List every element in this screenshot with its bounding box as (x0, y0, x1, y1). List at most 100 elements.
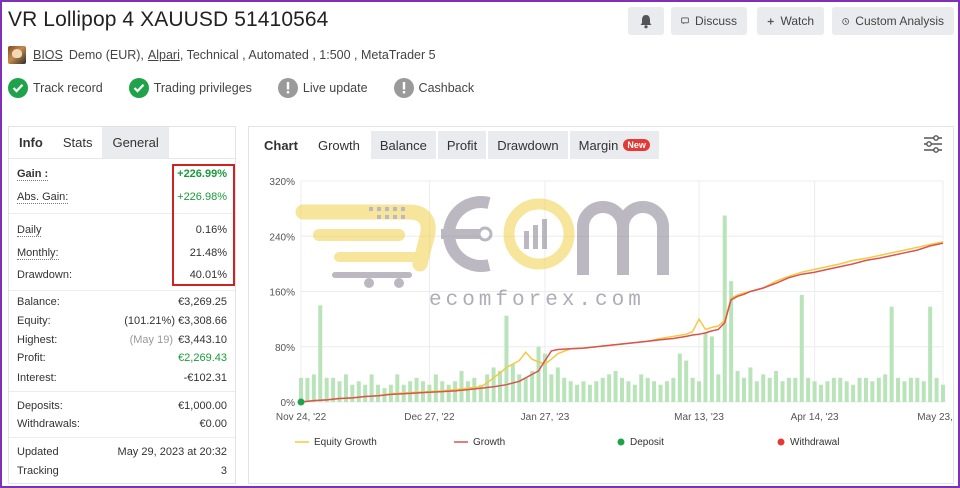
stat-equity: Equity: (101.21%) €3,308.66 (17, 312, 227, 330)
activity-bar (568, 381, 573, 402)
activity-bar (908, 377, 913, 402)
activity-bar (921, 381, 926, 402)
stat-value: May 29, 2023 at 20:32 (117, 446, 227, 458)
tab-margin[interactable]: Margin New (569, 131, 659, 159)
activity-bar (562, 377, 567, 402)
activity-bar (472, 377, 477, 402)
stat-value: -€102.31 (183, 372, 227, 384)
chart-settings-button[interactable] (923, 135, 943, 158)
activity-bar (600, 377, 605, 402)
tab-stats[interactable]: Stats (53, 127, 103, 158)
discuss-button[interactable]: Discuss (671, 7, 747, 35)
tab-chart[interactable]: Chart (255, 131, 307, 159)
activity-bar (376, 384, 381, 402)
activity-bar (735, 370, 740, 402)
stat-label: Abs. Gain: (17, 190, 69, 204)
notification-bell-button[interactable] (628, 7, 664, 35)
activity-bar (838, 377, 843, 402)
stat-prefix: (101.21%) (124, 315, 175, 327)
stat-value: 40.01% (189, 269, 227, 281)
activity-bar (395, 374, 400, 402)
legend-withdrawal-swatch (777, 438, 785, 446)
tab-growth[interactable]: Growth (309, 131, 369, 159)
activity-bar (587, 384, 592, 402)
activity-bar (433, 374, 438, 402)
activity-bar (774, 370, 779, 402)
page-title: VR Lollipop 4 XAUUSD 51410564 (8, 8, 329, 31)
stat-value: 3 (220, 465, 227, 477)
y-tick-label: 320% (269, 177, 295, 188)
custom-analysis-label: Custom Analysis (855, 14, 944, 28)
stat-daily: Daily 0.16% (17, 221, 227, 239)
activity-bar (722, 215, 727, 402)
stat-prefix: (May 19) (129, 334, 173, 346)
stat-updated: Updated May 29, 2023 at 20:32 (17, 443, 227, 461)
x-tick-label: Apr 14, '23 (791, 412, 839, 423)
divider (9, 391, 235, 392)
x-tick-label: Jan 27, '23 (521, 412, 570, 423)
broker-link[interactable]: Alpari (148, 48, 180, 62)
chart-panel: Chart Growth Balance Profit Drawdown Mar… (248, 126, 954, 484)
stat-drawdown: Drawdown: 40.01% (17, 266, 227, 284)
activity-bar (697, 381, 702, 402)
stat-label: Monthly: (17, 246, 59, 260)
author-link[interactable]: BIOS (33, 48, 63, 62)
badge-label: Trading privileges (153, 81, 252, 95)
activity-bar (671, 377, 676, 402)
stat-gain: Gain : +226.99% (17, 165, 227, 183)
stat-value: €3,308.66 (178, 315, 227, 327)
activity-bar (318, 305, 323, 402)
stat-label: Updated (17, 446, 59, 458)
activity-bar (767, 377, 772, 402)
activity-bar (652, 381, 657, 402)
stat-monthly: Monthly: 21.48% (17, 244, 227, 262)
activity-bar (793, 377, 798, 402)
activity-bar (620, 377, 624, 402)
stat-value: €2,269.43 (178, 352, 227, 364)
custom-analysis-button[interactable]: Custom Analysis (832, 7, 954, 35)
divider (9, 213, 235, 214)
x-tick-label: Mar 13, '23 (674, 412, 724, 423)
activity-bar (863, 377, 868, 402)
verification-badges: Track record Trading privileges Live upd… (8, 78, 500, 98)
activity-bar (363, 384, 368, 402)
activity-bar (915, 377, 920, 402)
check-icon (128, 78, 149, 98)
activity-bar (645, 377, 650, 402)
activity-bar (819, 384, 824, 402)
activity-bar (876, 377, 881, 402)
activity-bar (465, 381, 470, 402)
activity-bar (716, 374, 721, 402)
activity-bar (690, 377, 695, 402)
tab-profit[interactable]: Profit (437, 131, 487, 159)
tab-general[interactable]: General (102, 127, 169, 158)
tab-info[interactable]: Info (9, 127, 53, 158)
info-tabs: Info Stats General (9, 127, 235, 159)
activity-bar (369, 374, 374, 402)
watch-button[interactable]: Watch (757, 7, 824, 35)
activity-bar (350, 384, 355, 402)
watch-label: Watch (780, 14, 814, 28)
activity-bar (825, 381, 830, 402)
activity-bar (677, 353, 682, 402)
badge-label: Cashback (418, 81, 475, 95)
activity-bar (491, 367, 496, 402)
activity-bar (517, 374, 522, 402)
tab-margin-label: Margin (578, 137, 619, 153)
activity-bar (632, 384, 637, 402)
exclamation-icon (393, 78, 414, 98)
tab-balance[interactable]: Balance (370, 131, 436, 159)
activity-bar (356, 381, 361, 402)
activity-bar (305, 377, 310, 402)
stat-profit: Profit: €2,269.43 (17, 349, 227, 367)
stat-value: €3,443.10 (178, 334, 227, 346)
activity-bar (684, 360, 689, 402)
tab-drawdown[interactable]: Drawdown (488, 131, 568, 159)
stat-highest: Highest: (May 19) €3,443.10 (17, 331, 227, 349)
activity-bar (536, 346, 541, 402)
watermark: ecomforex.com (295, 196, 669, 312)
x-tick-label: Nov 24, '22 (276, 412, 327, 423)
chart-tabs: Chart Growth Balance Profit Drawdown Mar… (255, 131, 659, 159)
discuss-label: Discuss (694, 14, 737, 28)
plus-icon (767, 17, 774, 25)
